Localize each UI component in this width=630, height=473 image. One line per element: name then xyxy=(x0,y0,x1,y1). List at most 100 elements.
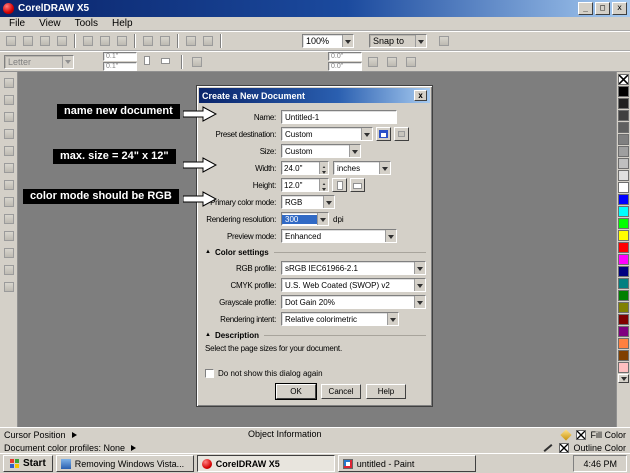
description-header[interactable]: ▲ Description xyxy=(203,328,426,342)
palette-swatch[interactable] xyxy=(618,146,629,157)
minimize-button[interactable]: _ xyxy=(578,2,593,15)
menu-view[interactable]: View xyxy=(32,18,68,29)
palette-swatch[interactable] xyxy=(618,350,629,361)
nudge-field[interactable]: 0.0" xyxy=(328,52,362,61)
chevron-down-icon[interactable] xyxy=(361,128,372,140)
height-spinner[interactable]: 12.0" xyxy=(281,178,329,192)
taskbar-button-vista[interactable]: Removing Windows Vista... xyxy=(55,455,194,472)
rgb-profile-select[interactable]: sRGB IEC61966-2.1 xyxy=(281,261,426,275)
color-settings-header[interactable]: ▲ Color settings xyxy=(203,245,426,259)
paper-height-field[interactable]: 0.1" xyxy=(103,62,137,71)
paper-type-select[interactable]: Letter xyxy=(4,54,74,69)
units-icon[interactable] xyxy=(189,53,205,70)
properties-icon[interactable] xyxy=(403,53,419,70)
chevron-down-icon[interactable] xyxy=(342,35,353,47)
palette-scroll-down-icon[interactable] xyxy=(618,374,629,383)
spinner-arrows-icon[interactable] xyxy=(319,179,328,191)
chevron-down-icon[interactable] xyxy=(385,230,396,242)
palette-swatch[interactable] xyxy=(618,362,629,373)
chevron-down-icon[interactable] xyxy=(349,145,360,157)
portrait-icon[interactable] xyxy=(140,53,156,70)
menu-tools[interactable]: Tools xyxy=(68,18,105,29)
palette-swatch[interactable] xyxy=(618,326,629,337)
chevron-down-icon[interactable] xyxy=(323,196,334,208)
help-button[interactable]: Help xyxy=(366,384,406,399)
palette-swatch[interactable] xyxy=(618,278,629,289)
table-tool[interactable] xyxy=(0,245,17,261)
chevron-down-icon[interactable] xyxy=(62,55,73,68)
taskbar-button-coreldraw[interactable]: CorelDRAW X5 xyxy=(196,455,335,472)
dialog-close-icon[interactable]: x xyxy=(414,90,427,101)
chevron-down-icon[interactable] xyxy=(317,213,328,225)
zoom-tool[interactable] xyxy=(0,126,17,142)
chevron-down-icon[interactable] xyxy=(379,162,390,174)
redo-icon[interactable] xyxy=(157,33,173,49)
copy-icon[interactable] xyxy=(97,33,113,49)
undo-icon[interactable] xyxy=(140,33,156,49)
crop-tool[interactable] xyxy=(0,109,17,125)
open-icon[interactable] xyxy=(20,33,36,49)
palette-swatch[interactable] xyxy=(618,314,629,325)
rectangle-tool[interactable] xyxy=(0,177,17,193)
save-preset-button[interactable] xyxy=(376,127,391,141)
pick-tool[interactable] xyxy=(0,75,17,91)
export-icon[interactable] xyxy=(200,33,216,49)
cut-icon[interactable] xyxy=(80,33,96,49)
no-color-swatch[interactable] xyxy=(618,74,629,85)
draw-complex-icon[interactable] xyxy=(384,53,400,70)
ok-button[interactable]: OK xyxy=(276,384,316,399)
palette-swatch[interactable] xyxy=(618,194,629,205)
grayscale-profile-select[interactable]: Dot Gain 20% xyxy=(281,295,426,309)
palette-swatch[interactable] xyxy=(618,302,629,313)
document-name-input[interactable] xyxy=(281,110,397,124)
eyedropper-tool[interactable] xyxy=(0,262,17,278)
palette-swatch[interactable] xyxy=(618,206,629,217)
interactive-fill-tool[interactable] xyxy=(0,279,17,295)
smart-fill-tool[interactable] xyxy=(0,160,17,176)
palette-swatch[interactable] xyxy=(618,230,629,241)
import-icon[interactable] xyxy=(183,33,199,49)
primary-color-mode-select[interactable]: RGB xyxy=(281,195,335,209)
rendering-intent-select[interactable]: Relative colorimetric xyxy=(281,312,399,326)
cancel-button[interactable]: Cancel xyxy=(321,384,361,399)
delete-preset-button[interactable] xyxy=(394,127,409,141)
palette-swatch[interactable] xyxy=(618,182,629,193)
palette-swatch[interactable] xyxy=(618,290,629,301)
palette-swatch[interactable] xyxy=(618,158,629,169)
print-icon[interactable] xyxy=(54,33,70,49)
spinner-arrows-icon[interactable] xyxy=(319,162,328,174)
chevron-down-icon[interactable] xyxy=(415,35,426,47)
menu-file[interactable]: File xyxy=(2,18,32,29)
polygon-tool[interactable] xyxy=(0,211,17,227)
preview-mode-select[interactable]: Enhanced xyxy=(281,229,397,243)
palette-swatch[interactable] xyxy=(618,338,629,349)
palette-swatch[interactable] xyxy=(618,218,629,229)
save-icon[interactable] xyxy=(37,33,53,49)
palette-swatch[interactable] xyxy=(618,110,629,121)
units-select[interactable]: inches xyxy=(333,161,391,175)
portrait-orientation-button[interactable] xyxy=(332,178,347,192)
palette-swatch[interactable] xyxy=(618,98,629,109)
preset-destination-select[interactable]: Custom xyxy=(281,127,373,141)
ellipse-tool[interactable] xyxy=(0,194,17,210)
dont-show-again-checkbox[interactable] xyxy=(205,368,214,378)
snap-to-dropdown[interactable]: Snap to xyxy=(369,34,427,48)
size-select[interactable]: Custom xyxy=(281,144,361,158)
chevron-down-icon[interactable] xyxy=(387,313,398,325)
cmyk-profile-select[interactable]: U.S. Web Coated (SWOP) v2 xyxy=(281,278,426,292)
rendering-resolution-combo[interactable]: 300 xyxy=(281,212,329,226)
start-button[interactable]: Start xyxy=(3,455,53,472)
palette-swatch[interactable] xyxy=(618,134,629,145)
menu-help[interactable]: Help xyxy=(105,18,140,29)
chevron-down-icon[interactable] xyxy=(414,296,425,308)
palette-swatch[interactable] xyxy=(618,86,629,97)
palette-swatch[interactable] xyxy=(618,170,629,181)
paste-icon[interactable] xyxy=(114,33,130,49)
width-spinner[interactable]: 24.0" xyxy=(281,161,329,175)
palette-swatch[interactable] xyxy=(618,122,629,133)
palette-swatch[interactable] xyxy=(618,266,629,277)
paper-width-field[interactable]: 0.1" xyxy=(103,52,137,61)
taskbar-button-paint[interactable]: untitled - Paint xyxy=(337,455,476,472)
palette-swatch[interactable] xyxy=(618,254,629,265)
options-icon[interactable] xyxy=(436,33,452,49)
